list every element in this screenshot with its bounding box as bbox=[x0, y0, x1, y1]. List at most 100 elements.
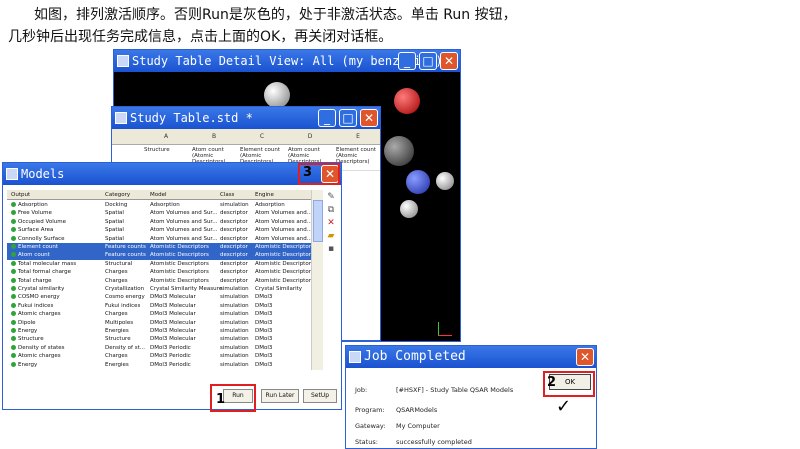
table-cell[interactable]: Crystal Similarity Measure bbox=[150, 285, 222, 293]
table-cell[interactable]: simulation bbox=[220, 319, 249, 327]
column-header[interactable]: B bbox=[190, 129, 238, 145]
table-cell[interactable]: Free Volume bbox=[11, 209, 52, 217]
table-cell[interactable]: Adsorption bbox=[255, 201, 285, 209]
table-cell[interactable]: Atomistic Descriptors bbox=[150, 277, 209, 285]
table-cell[interactable]: DMol3 bbox=[255, 352, 272, 360]
table-cell[interactable]: Connolly Surface bbox=[11, 235, 65, 243]
setup-button[interactable]: SetUp bbox=[303, 389, 337, 403]
table-cell[interactable]: descriptor bbox=[220, 260, 248, 268]
table-cell[interactable]: Spatial bbox=[105, 209, 124, 217]
table-cell[interactable]: Feature counts bbox=[105, 243, 146, 251]
scrollbar-thumb[interactable] bbox=[313, 200, 323, 242]
table-row[interactable]: Dipole Multipoles DMol3 Molecular simulatio… bbox=[7, 319, 311, 327]
close-button[interactable]: ✕ bbox=[576, 348, 594, 366]
column-header[interactable]: Output bbox=[11, 190, 30, 200]
table-cell[interactable]: Structure bbox=[11, 369, 44, 370]
table-cell[interactable]: Energies bbox=[105, 327, 129, 335]
save-icon[interactable]: ▪ bbox=[326, 244, 336, 254]
table-cell[interactable]: Crystal Similarity bbox=[255, 285, 302, 293]
table-row[interactable]: Atomic charges Charges DMol3 Periodic simul… bbox=[7, 352, 311, 360]
table-cell[interactable]: Feature counts bbox=[105, 251, 146, 259]
column-header[interactable]: C bbox=[238, 129, 286, 145]
open-folder-icon[interactable]: ▰ bbox=[326, 231, 336, 241]
table-row[interactable]: Structure Structure DMol3 Periodic simulati… bbox=[7, 369, 311, 370]
table-row[interactable]: Element count Feature counts Atomistic Des… bbox=[7, 243, 311, 252]
column-header[interactable]: D bbox=[286, 129, 334, 145]
column-header[interactable]: A bbox=[142, 129, 190, 145]
table-row[interactable]: Energy Energies DMol3 Periodic simulation DM… bbox=[7, 361, 311, 369]
column-header[interactable]: Model bbox=[150, 190, 167, 200]
table-cell[interactable]: Crystallization bbox=[105, 285, 144, 293]
table-cell[interactable]: Charges bbox=[105, 268, 128, 276]
table-cell[interactable]: simulation bbox=[220, 201, 249, 209]
table-cell[interactable]: simulation bbox=[220, 310, 249, 318]
table-cell[interactable]: Total formal charge bbox=[11, 268, 71, 276]
table-cell[interactable]: DMol3 Molecular bbox=[150, 293, 196, 301]
table-cell[interactable]: simulation bbox=[220, 335, 249, 343]
table-cell[interactable]: Structural bbox=[105, 260, 132, 268]
column-header[interactable]: Engine bbox=[255, 190, 274, 200]
table-cell[interactable]: Element count bbox=[11, 243, 58, 251]
table-row[interactable]: Energy Energies DMol3 Molecular simulation D… bbox=[7, 327, 311, 335]
table-cell[interactable]: Multipoles bbox=[105, 319, 133, 327]
table-cell[interactable]: DMol3 Periodic bbox=[150, 361, 191, 369]
table-cell[interactable]: Atomic charges bbox=[11, 352, 61, 360]
table-cell[interactable]: Atomistic Descriptors bbox=[150, 243, 209, 251]
table-cell[interactable]: Density of st... bbox=[105, 344, 145, 352]
table-cell[interactable]: Docking bbox=[105, 201, 127, 209]
models-titlebar[interactable]: Models bbox=[3, 163, 341, 185]
table-cell[interactable]: DMol3 bbox=[255, 327, 272, 335]
table-row[interactable]: Total formal charge Charges Atomistic Desc… bbox=[7, 268, 311, 276]
copy-icon[interactable]: ⧉ bbox=[326, 205, 336, 215]
minimize-button[interactable]: _ bbox=[318, 109, 336, 127]
table-cell[interactable]: DMol3 bbox=[255, 335, 272, 343]
table-cell[interactable]: Atomistic Descriptors bbox=[150, 260, 209, 268]
table-row[interactable]: Adsorption Docking Adsorption simulation Ads… bbox=[7, 201, 311, 209]
table-cell[interactable]: descriptor bbox=[220, 209, 248, 217]
table-cell[interactable]: Atomistic Descriptors bbox=[255, 260, 311, 268]
table-cell[interactable]: DMol3 bbox=[255, 369, 272, 370]
table-cell[interactable]: Atom Volumes and... bbox=[255, 209, 311, 217]
table-cell[interactable]: Energy bbox=[11, 327, 37, 335]
table-cell[interactable]: Atom Volumes and... bbox=[255, 226, 311, 234]
table-cell[interactable]: Structure bbox=[105, 369, 131, 370]
table-cell[interactable]: Charges bbox=[105, 352, 128, 360]
maximize-button[interactable]: □ bbox=[339, 109, 357, 127]
table-cell[interactable]: descriptor bbox=[220, 268, 248, 276]
table-cell[interactable]: descriptor bbox=[220, 235, 248, 243]
table-cell[interactable]: Element count (Atomic Descriptors) bbox=[336, 147, 382, 169]
column-header[interactable]: E bbox=[334, 129, 382, 145]
table-cell[interactable]: Spatial bbox=[105, 235, 124, 243]
table-cell[interactable]: Atom Volumes and Sur... bbox=[150, 218, 217, 226]
table-cell[interactable]: DMol3 Molecular bbox=[150, 302, 196, 310]
table-cell[interactable]: DMol3 bbox=[255, 310, 272, 318]
table-cell[interactable]: DMol3 bbox=[255, 302, 272, 310]
table-cell[interactable]: descriptor bbox=[220, 226, 248, 234]
table-cell[interactable]: Charges bbox=[105, 310, 128, 318]
table-cell[interactable]: DMol3 Periodic bbox=[150, 344, 191, 352]
table-row[interactable]: Atomic charges Charges DMol3 Molecular simu… bbox=[7, 310, 311, 318]
delete-icon[interactable]: ✕ bbox=[326, 218, 336, 228]
table-cell[interactable]: Charges bbox=[105, 277, 128, 285]
table-cell[interactable]: simulation bbox=[220, 344, 249, 352]
table-cell[interactable]: DMol3 Periodic bbox=[150, 369, 191, 370]
table-cell[interactable]: Atom count bbox=[11, 251, 50, 259]
table-cell[interactable]: simulation bbox=[220, 361, 249, 369]
table-cell[interactable]: Cosmo energy bbox=[105, 293, 145, 301]
close-button[interactable]: ✕ bbox=[360, 109, 378, 127]
table-row[interactable]: COSMO energy Cosmo energy DMol3 Molecular s… bbox=[7, 293, 311, 301]
table-cell[interactable]: simulation bbox=[220, 293, 249, 301]
table-row[interactable]: Surface Area Spatial Atom Volumes and Sur.… bbox=[7, 226, 311, 234]
table-cell[interactable]: Atomic charges bbox=[11, 310, 61, 318]
table-cell[interactable]: Density of states bbox=[11, 344, 65, 352]
table-cell[interactable]: DMol3 Periodic bbox=[150, 352, 191, 360]
column-header[interactable]: Category bbox=[105, 190, 130, 200]
table-cell[interactable]: DMol3 Molecular bbox=[150, 335, 196, 343]
table-cell[interactable]: simulation bbox=[220, 285, 249, 293]
table-cell[interactable]: Atomistic Descriptors bbox=[255, 268, 311, 276]
table-cell[interactable]: Energy bbox=[11, 361, 37, 369]
table-cell[interactable]: DMol3 Molecular bbox=[150, 327, 196, 335]
table-cell[interactable]: descriptor bbox=[220, 251, 248, 259]
table-cell[interactable]: Fukui indices bbox=[105, 302, 140, 310]
table-cell[interactable]: Adsorption bbox=[11, 201, 48, 209]
